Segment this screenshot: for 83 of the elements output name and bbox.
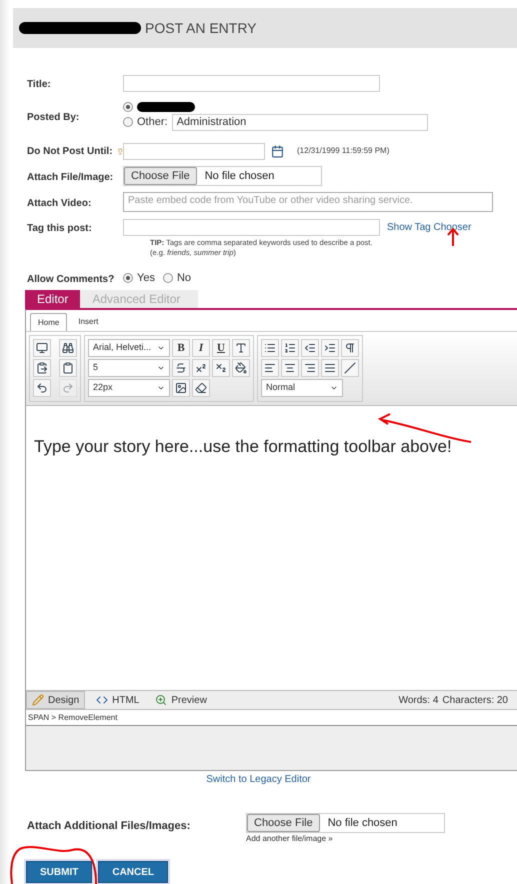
- toolbar-dropdown[interactable]: 5: [88, 359, 170, 377]
- editor-content-area[interactable]: Type your story here...use the formatting toolbar above!: [26, 406, 517, 690]
- video-embed-field[interactable]: Paste embed code from YouTube or other video sharing service.: [123, 192, 493, 212]
- other-input[interactable]: Administration: [172, 114, 428, 130]
- lightbulb-icon: [116, 146, 123, 156]
- date-input[interactable]: [123, 142, 265, 160]
- code-icon: [96, 694, 108, 706]
- date-hint: (12/31/1999 11:59:59 PM): [297, 145, 390, 157]
- monitor-icon[interactable]: [33, 339, 51, 357]
- field-label: Attach Video:: [27, 198, 92, 209]
- word-count: Words: 4: [398, 694, 438, 708]
- field-label: Attach File/Image:: [27, 172, 114, 183]
- character-count: Characters: 20: [442, 694, 508, 708]
- editor-text: Type your story here...use the formatting toolbar above!: [34, 437, 452, 456]
- caret-icon: [157, 344, 165, 352]
- cancel-button[interactable]: CANCEL: [98, 861, 168, 883]
- show-tag-chooser-link[interactable]: Show Tag Chooser: [387, 220, 472, 234]
- align-left-icon[interactable]: [261, 359, 279, 377]
- binoculars-icon[interactable]: [59, 339, 77, 357]
- field-label: Do Not Post Until:: [27, 144, 113, 158]
- radio-label: Yes: [137, 270, 155, 286]
- image-icon[interactable]: [172, 379, 190, 397]
- magnifier-icon: [155, 694, 168, 706]
- choose-file-button[interactable]: Choose File: [124, 167, 197, 185]
- radio-button[interactable]: [123, 102, 133, 112]
- element-breadcrumb: SPAN > RemoveElement: [28, 712, 118, 724]
- justify-icon[interactable]: [321, 359, 339, 377]
- editor-mode-tab[interactable]: Design: [26, 691, 86, 709]
- paragraph-icon[interactable]: [341, 339, 359, 357]
- radio-label: Other:: [137, 114, 168, 130]
- field-label: Title:: [27, 79, 51, 90]
- radio-button[interactable]: [162, 273, 173, 283]
- ribbon-tab[interactable]: Insert: [71, 313, 106, 331]
- numbered-list-icon[interactable]: [281, 339, 299, 357]
- paste-icon[interactable]: [33, 359, 51, 377]
- calendar-icon[interactable]: [271, 144, 284, 158]
- editor-mode-tab[interactable]: Preview: [150, 691, 212, 709]
- clipboard-icon[interactable]: [59, 359, 77, 377]
- font-color-icon[interactable]: [232, 339, 250, 357]
- editor-tab[interactable]: Editor: [25, 290, 80, 308]
- legacy-editor-link[interactable]: Switch to Legacy Editor: [206, 772, 311, 787]
- subscript-icon[interactable]: [212, 359, 230, 377]
- clear-format-icon[interactable]: [341, 359, 359, 377]
- undo-icon[interactable]: [33, 379, 51, 397]
- format-button[interactable]: U: [212, 339, 230, 357]
- editor-mode-tab[interactable]: HTML: [91, 691, 144, 709]
- page-title: POST AN ENTRY: [145, 18, 257, 38]
- file-input[interactable]: Choose File No file chosen: [123, 166, 322, 186]
- radio-label: No: [176, 270, 192, 286]
- submit-button[interactable]: SUBMIT: [26, 861, 92, 883]
- caret-icon: [157, 364, 165, 372]
- outdent-icon[interactable]: [301, 339, 319, 357]
- toolbar-dropdown[interactable]: Normal: [261, 379, 343, 397]
- file-status: No file chosen: [328, 816, 398, 831]
- caret-icon: [157, 384, 165, 392]
- align-center-icon[interactable]: [281, 359, 299, 377]
- ribbon-tab[interactable]: Home: [30, 313, 68, 331]
- tag-input[interactable]: [123, 218, 380, 236]
- format-button[interactable]: B: [172, 339, 190, 357]
- field-label: Allow Comments?: [27, 274, 114, 285]
- title-input[interactable]: [123, 74, 380, 92]
- file-input[interactable]: Choose File No file chosen: [246, 813, 445, 833]
- file-status: No file chosen: [204, 168, 274, 184]
- field-label: Posted By:: [27, 112, 80, 123]
- format-button[interactable]: I: [192, 339, 210, 357]
- add-another-file-link[interactable]: Add another file/image »: [246, 833, 445, 845]
- indent-icon[interactable]: [321, 339, 339, 357]
- paint-bucket-icon[interactable]: [232, 359, 250, 377]
- radio-button[interactable]: [123, 117, 133, 127]
- bullet-list-icon[interactable]: [261, 339, 279, 357]
- field-label: Tag this post:: [27, 223, 92, 234]
- redaction-mark: [137, 102, 195, 112]
- caret-icon: [330, 384, 338, 392]
- align-right-icon[interactable]: [301, 359, 319, 377]
- pencil-icon: [32, 694, 44, 706]
- superscript-icon[interactable]: [192, 359, 210, 377]
- field-label: Attach Additional Files/Images:: [27, 820, 190, 832]
- eraser-icon[interactable]: [192, 379, 210, 397]
- toolbar-dropdown[interactable]: Arial, Helveti...: [88, 339, 170, 357]
- radio-button[interactable]: [123, 273, 133, 283]
- choose-file-button[interactable]: Choose File: [247, 814, 320, 832]
- strikethrough-icon[interactable]: [172, 359, 190, 377]
- toolbar-dropdown[interactable]: 22px: [88, 379, 170, 397]
